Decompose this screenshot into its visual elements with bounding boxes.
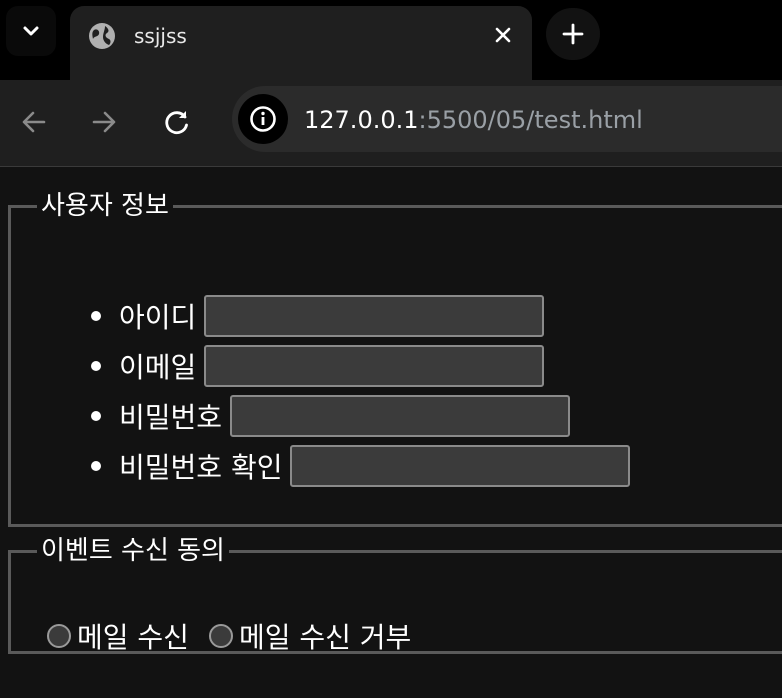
mail-accept-radio[interactable]	[47, 624, 71, 648]
mail-reject-label[interactable]: 메일 수신 거부	[239, 616, 411, 656]
globe-icon	[89, 23, 115, 49]
password-input[interactable]	[230, 395, 571, 437]
reload-icon	[165, 111, 188, 135]
url-host: 127.0.0.1	[304, 106, 419, 134]
info-icon	[250, 106, 276, 132]
radio-group: 메일 수신 메일 수신 거부	[47, 616, 431, 656]
bullet-icon	[91, 361, 101, 371]
event-consent-legend: 이벤트 수신 동의	[41, 536, 225, 566]
user-info-legend: 사용자 정보	[41, 191, 169, 221]
arrow-right-icon	[92, 111, 116, 133]
mail-reject-radio[interactable]	[208, 624, 233, 648]
event-consent-fieldset: 이벤트 수신 동의 메일 수신 메일 수신 거부	[8, 536, 782, 654]
bullet-icon	[91, 311, 101, 321]
id-input[interactable]	[204, 295, 545, 337]
reload-button[interactable]	[155, 100, 199, 144]
tab-strip: ssjjss	[0, 0, 782, 80]
id-label: 아이디	[119, 301, 197, 334]
list-item: 이메일	[91, 341, 630, 391]
plus-icon	[562, 23, 584, 45]
password-label: 비밀번호	[119, 401, 223, 434]
chevron-down-icon	[23, 26, 39, 36]
user-info-list: 아이디 이메일 비밀번호 비밀번호 확인	[91, 291, 631, 491]
forward-button[interactable]	[82, 100, 126, 144]
new-tab-button[interactable]	[546, 8, 600, 60]
site-info-button[interactable]	[238, 94, 288, 144]
browser-tab[interactable]: ssjjss	[70, 6, 532, 80]
tab-search-button[interactable]	[6, 6, 56, 56]
browser-toolbar: 127.0.0.1:5500/05/test.html	[0, 80, 782, 167]
url-path: :5500/05/test.html	[418, 106, 643, 134]
back-button[interactable]	[12, 100, 56, 144]
bullet-icon	[91, 411, 101, 421]
bullet-icon	[91, 461, 101, 471]
close-icon	[495, 27, 511, 43]
password-confirm-label: 비밀번호 확인	[119, 451, 283, 484]
tab-close-button[interactable]	[488, 20, 518, 50]
user-info-fieldset: 사용자 정보 아이디 이메일 비밀번호 비밀번호 확인	[8, 191, 782, 527]
email-input[interactable]	[204, 345, 545, 387]
list-item: 아이디	[91, 291, 630, 341]
email-label: 이메일	[119, 351, 197, 384]
list-item: 비밀번호	[91, 391, 630, 441]
url-text[interactable]: 127.0.0.1:5500/05/test.html	[304, 106, 643, 134]
list-item: 비밀번호 확인	[91, 441, 631, 491]
page-content: 사용자 정보 아이디 이메일 비밀번호 비밀번호 확인 이벤트 수신 동의 메일…	[0, 167, 782, 698]
password-confirm-input[interactable]	[290, 445, 631, 487]
tab-title: ssjjss	[134, 24, 187, 48]
arrow-left-icon	[22, 111, 46, 133]
address-bar[interactable]: 127.0.0.1:5500/05/test.html	[232, 86, 782, 152]
mail-accept-label[interactable]: 메일 수신	[77, 616, 189, 656]
